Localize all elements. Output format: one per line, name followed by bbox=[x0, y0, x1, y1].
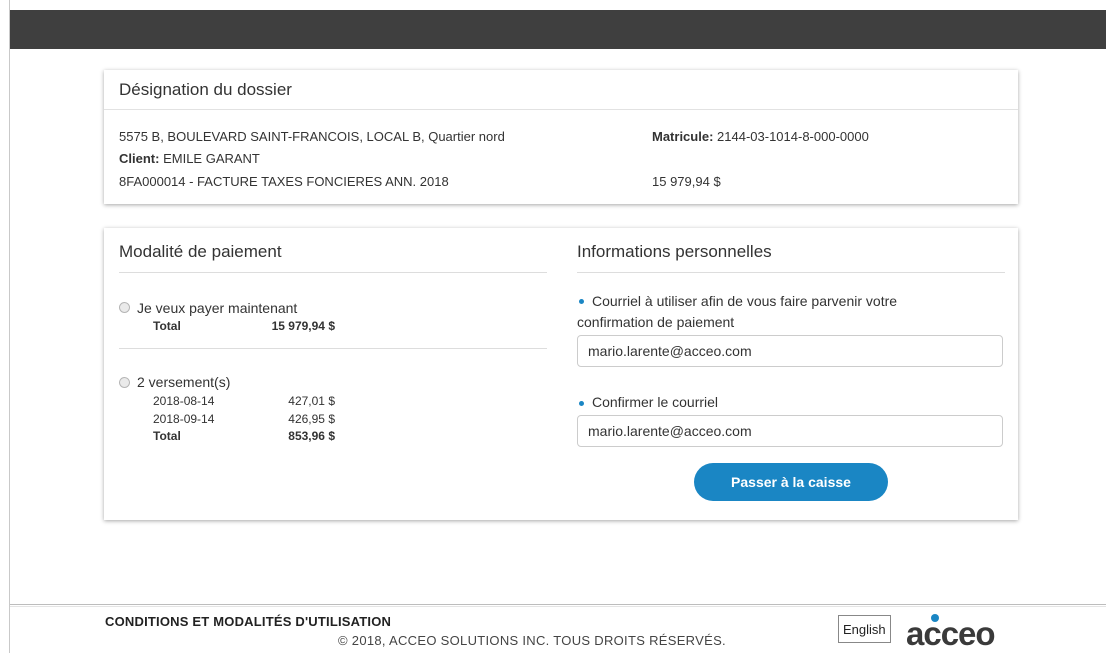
required-dot-icon bbox=[579, 401, 584, 406]
confirm-email-field[interactable] bbox=[577, 415, 1003, 447]
email-label-line1: Courriel à utiliser afin de vous faire p… bbox=[592, 293, 898, 309]
installments-total-value: 853,96 $ bbox=[288, 429, 335, 443]
acceo-logo: acceo bbox=[906, 612, 1020, 652]
footer-divider bbox=[10, 604, 1106, 605]
matricule-label: Matricule: bbox=[652, 129, 714, 144]
payment-method-divider bbox=[119, 272, 547, 273]
installment-amount: 426,95 $ bbox=[288, 412, 335, 426]
acceo-logo-mark: acceo bbox=[906, 614, 996, 652]
dossier-card: Désignation du dossier 5575 B, BOULEVARD… bbox=[104, 70, 1018, 204]
page-left-border bbox=[9, 0, 10, 653]
invoice-description: 8FA000014 - FACTURE TAXES FONCIERES ANN.… bbox=[119, 174, 449, 189]
required-dot-icon bbox=[579, 299, 584, 304]
email-label-line2: confirmation de paiement bbox=[577, 314, 735, 330]
dossier-title-divider bbox=[104, 109, 1018, 110]
property-address: 5575 B, BOULEVARD SAINT-FRANCOIS, LOCAL … bbox=[119, 129, 505, 144]
installments-radio[interactable] bbox=[119, 377, 130, 388]
pay-now-total-label: Total bbox=[153, 319, 181, 333]
payment-method-title: Modalité de paiement bbox=[119, 242, 282, 261]
pay-now-total-value: 15 979,94 $ bbox=[271, 319, 335, 333]
client: Client: EMILE GARANT bbox=[119, 151, 260, 166]
installment-date: 2018-08-14 bbox=[153, 394, 215, 408]
installment-date: 2018-09-14 bbox=[153, 412, 215, 426]
matricule: Matricule: 2144-03-1014-8-000-0000 bbox=[652, 129, 869, 144]
confirm-email-label: Confirmer le courriel bbox=[592, 394, 719, 410]
client-label: Client: bbox=[119, 151, 160, 166]
client-value: EMILE GARANT bbox=[163, 151, 260, 166]
pay-now-label: Je veux payer maintenant bbox=[137, 300, 298, 316]
payment-options-divider bbox=[119, 348, 547, 349]
personal-info-divider bbox=[577, 272, 1005, 273]
invoice-amount: 15 979,94 $ bbox=[652, 174, 721, 189]
installment-amount: 427,01 $ bbox=[288, 394, 335, 408]
terms-link[interactable]: CONDITIONS ET MODALITÉS D'UTILISATION bbox=[105, 614, 391, 629]
language-button[interactable]: English bbox=[838, 615, 891, 643]
pay-now-radio[interactable] bbox=[119, 302, 130, 313]
footer-divider-shadow bbox=[10, 606, 1106, 607]
logo-wordmark: acceo bbox=[906, 615, 995, 650]
personal-info-title: Informations personnelles bbox=[577, 242, 772, 261]
payment-card: Modalité de paiement Je veux payer maint… bbox=[104, 228, 1018, 520]
installments-label: 2 versement(s) bbox=[137, 374, 231, 390]
copyright-text: © 2018, ACCEO SOLUTIONS INC. TOUS DROITS… bbox=[338, 633, 726, 648]
checkout-button[interactable]: Passer à la caisse bbox=[694, 463, 888, 501]
matricule-value: 2144-03-1014-8-000-0000 bbox=[717, 129, 869, 144]
top-header-bar bbox=[10, 10, 1106, 49]
dossier-title: Désignation du dossier bbox=[119, 80, 292, 99]
email-field[interactable] bbox=[577, 335, 1003, 367]
installments-total-label: Total bbox=[153, 429, 181, 443]
